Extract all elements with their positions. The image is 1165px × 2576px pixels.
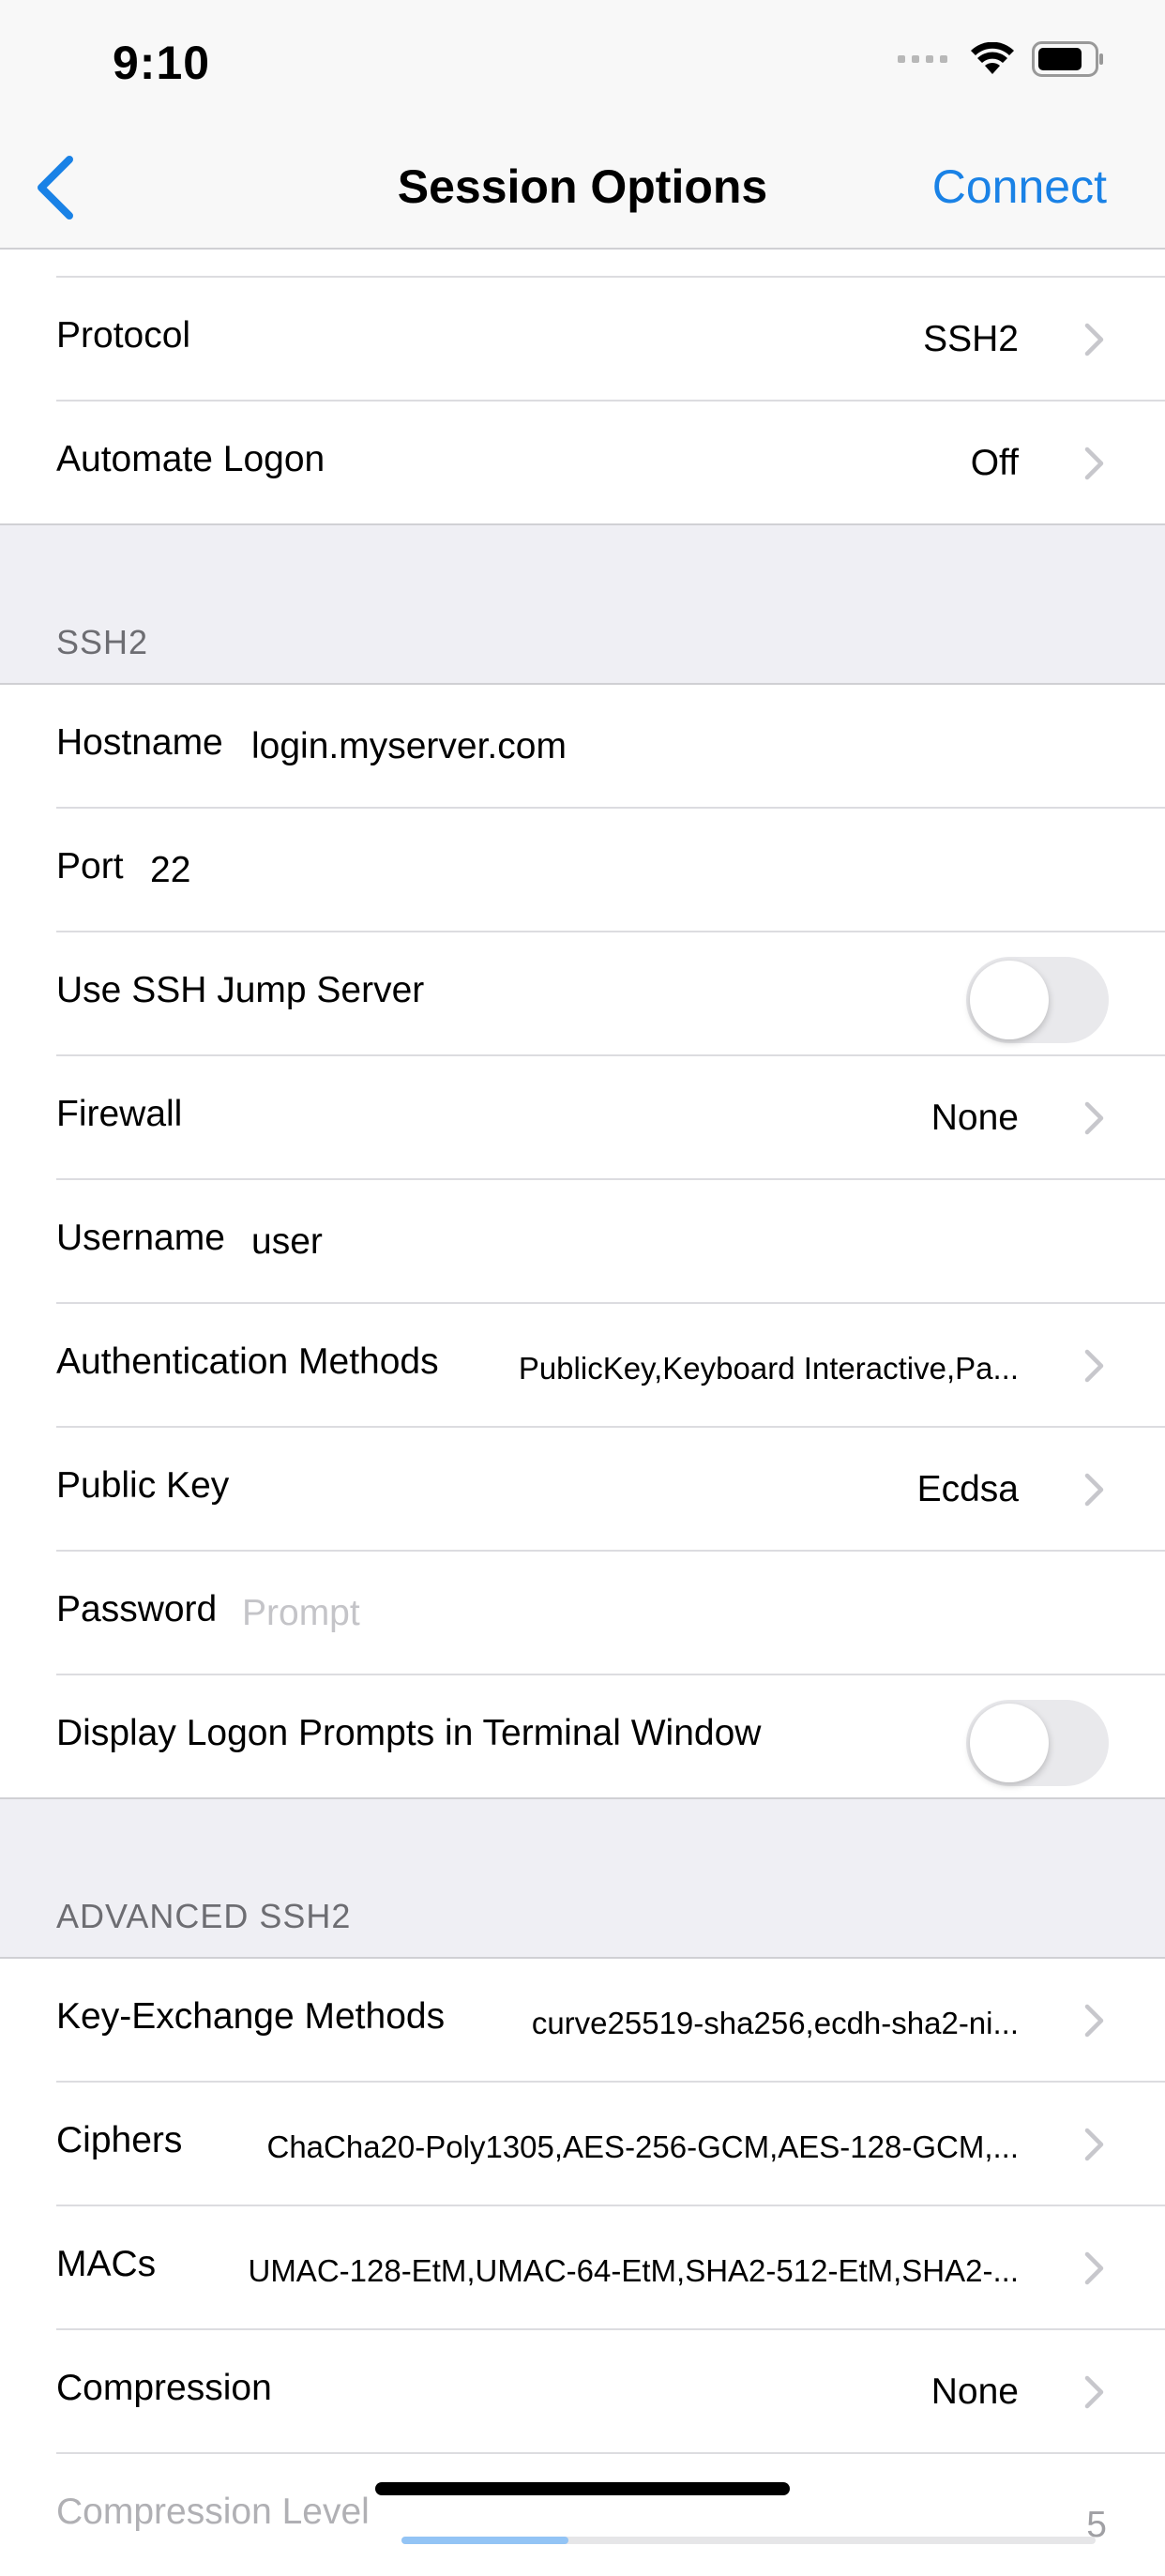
- chevron-right-icon: [1084, 447, 1104, 480]
- navigation-bar: Session Options Connect: [0, 131, 1165, 250]
- chevron-right-icon: [1084, 1349, 1104, 1383]
- toggle-knob: [970, 1704, 1049, 1782]
- chevron-right-icon: [1084, 2251, 1104, 2285]
- row-label: Key-Exchange Methods: [56, 1996, 446, 2037]
- row-label: Authentication Methods: [56, 1341, 439, 1382]
- row-label: Hostname: [56, 722, 223, 763]
- row-label: Protocol: [56, 315, 191, 356]
- chevron-right-icon: [1084, 2004, 1104, 2038]
- row-label: Use SSH Jump Server: [56, 970, 425, 1010]
- section-title: SSH2: [56, 623, 149, 661]
- toggle-knob: [970, 961, 1049, 1039]
- chevron-right-icon: [1084, 1473, 1104, 1507]
- row-value: Ecdsa: [916, 1469, 1019, 1509]
- compression-row[interactable]: Compression None: [56, 2330, 1165, 2454]
- hostname-row[interactable]: Hostname login.myserver.com: [56, 685, 1165, 809]
- row-label: Display Logon Prompts in Terminal Window: [56, 1713, 762, 1753]
- row-label: Username: [56, 1218, 225, 1258]
- row-label: Compression Level: [56, 2492, 370, 2532]
- firewall-row[interactable]: Firewall None: [56, 1056, 1165, 1180]
- row-label: Ciphers: [56, 2120, 183, 2160]
- row-label: Firewall: [56, 1094, 183, 1134]
- wifi-icon: [971, 42, 1014, 74]
- home-indicator: [375, 2482, 790, 2495]
- hostname-field[interactable]: login.myserver.com: [251, 726, 567, 767]
- compression-level-slider[interactable]: [401, 2537, 1096, 2544]
- connect-button[interactable]: Connect: [932, 159, 1107, 214]
- jump-server-toggle[interactable]: [966, 957, 1109, 1043]
- section-header-ssh2: SSH2: [0, 523, 1165, 685]
- chevron-right-icon: [1084, 1101, 1104, 1135]
- logon-prompts-toggle[interactable]: [966, 1700, 1109, 1786]
- section-header-advanced-ssh2: ADVANCED SSH2: [0, 1797, 1165, 1959]
- battery-icon: [1032, 41, 1103, 77]
- slider-fill: [401, 2537, 568, 2544]
- row-value: Off: [970, 443, 1019, 483]
- settings-list: Protocol SSH2 Automate Logon Off SSH2 Ho…: [0, 250, 1165, 2576]
- status-time: 9:10: [113, 37, 211, 89]
- port-field[interactable]: 22: [150, 850, 190, 891]
- row-label: Public Key: [56, 1465, 230, 1506]
- protocol-row[interactable]: Protocol SSH2: [56, 278, 1165, 402]
- auth-methods-row[interactable]: Authentication Methods PublicKey,Keyboar…: [56, 1304, 1165, 1428]
- row-value: None: [930, 2371, 1019, 2412]
- chevron-right-icon: [1084, 2375, 1104, 2409]
- row-value: ChaCha20-Poly1305,AES-256-GCM,AES-128-GC…: [266, 2129, 1019, 2164]
- port-row[interactable]: Port 22: [56, 809, 1165, 932]
- general-group: Protocol SSH2 Automate Logon Off: [0, 250, 1165, 523]
- ssh2-group: Hostname login.myserver.com Port 22 Use …: [0, 685, 1165, 1797]
- username-row[interactable]: Username user: [56, 1180, 1165, 1304]
- password-row[interactable]: Password Prompt: [56, 1552, 1165, 1675]
- status-bar: 9:10: [0, 0, 1165, 131]
- logon-prompts-row: Display Logon Prompts in Terminal Window: [56, 1675, 1165, 1797]
- status-icons: [898, 41, 1105, 77]
- row-value: SSH2: [923, 319, 1019, 359]
- row-value: UMAC-128-EtM,UMAC-64-EtM,SHA2-512-EtM,SH…: [248, 2253, 1019, 2288]
- row-label: Password: [56, 1589, 218, 1629]
- ciphers-row[interactable]: Ciphers ChaCha20-Poly1305,AES-256-GCM,AE…: [56, 2083, 1165, 2206]
- username-field[interactable]: user: [251, 1221, 323, 1263]
- row-value: None: [930, 1098, 1019, 1138]
- macs-row[interactable]: MACs UMAC-128-EtM,UMAC-64-EtM,SHA2-512-E…: [56, 2206, 1165, 2330]
- public-key-row[interactable]: Public Key Ecdsa: [56, 1428, 1165, 1552]
- row-label: MACs: [56, 2244, 157, 2284]
- row-label: Compression: [56, 2368, 272, 2408]
- chevron-right-icon: [1084, 323, 1104, 356]
- slider-value: 5: [1086, 2505, 1107, 2545]
- kex-methods-row[interactable]: Key-Exchange Methods curve25519-sha256,e…: [56, 1959, 1165, 2083]
- row-value: curve25519-sha256,ecdh-sha2-ni...: [531, 2006, 1019, 2040]
- password-field[interactable]: Prompt: [242, 1593, 360, 1634]
- jump-server-row: Use SSH Jump Server: [56, 932, 1165, 1056]
- row-label: Port: [56, 846, 124, 886]
- row-value: PublicKey,Keyboard Interactive,Pa...: [518, 1351, 1019, 1386]
- row-divider: [56, 250, 1165, 278]
- section-title: ADVANCED SSH2: [56, 1897, 352, 1935]
- chevron-right-icon: [1084, 2128, 1104, 2161]
- compression-level-row: Compression Level 5: [56, 2454, 1165, 2576]
- cellular-signal-icon: [898, 55, 947, 63]
- automate-logon-row[interactable]: Automate Logon Off: [56, 402, 1165, 523]
- row-label: Automate Logon: [56, 439, 325, 479]
